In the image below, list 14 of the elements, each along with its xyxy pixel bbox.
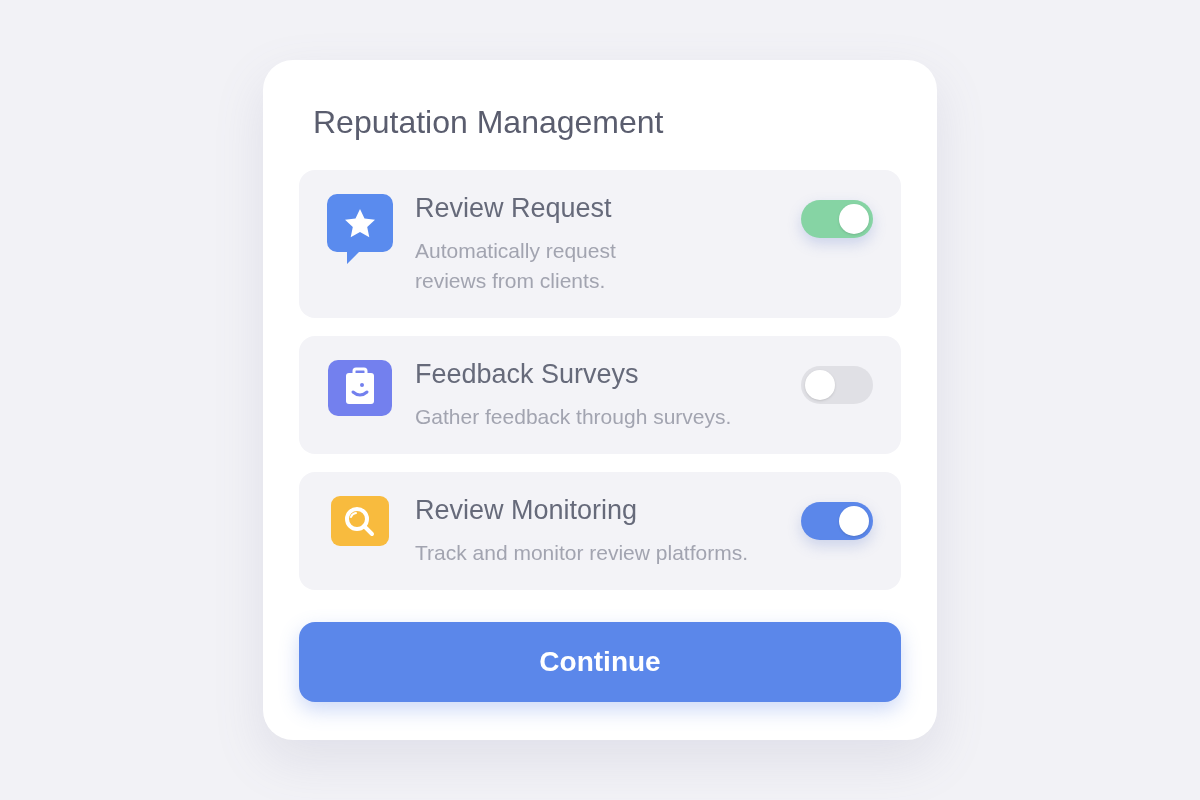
feature-title: Review Request: [415, 192, 613, 224]
feature-description: Track and monitor review platforms.: [415, 540, 749, 566]
toggle-switch[interactable]: [801, 502, 873, 540]
feature-title: Review Monitoring: [415, 494, 639, 526]
clipboard-icon: [328, 360, 392, 416]
star-speech-bubble-icon: [327, 194, 393, 264]
continue-button[interactable]: Continue: [299, 622, 901, 702]
feature-description: Automatically request reviews from clients.: [415, 238, 617, 294]
feature-title: Feedback Surveys: [415, 358, 640, 390]
toggle-switch[interactable]: [801, 366, 873, 404]
dialog-title: Reputation Management: [313, 103, 665, 142]
toggle-switch[interactable]: [801, 200, 873, 238]
search-icon: [331, 496, 389, 546]
feature-description: Gather feedback through surveys.: [415, 404, 733, 430]
